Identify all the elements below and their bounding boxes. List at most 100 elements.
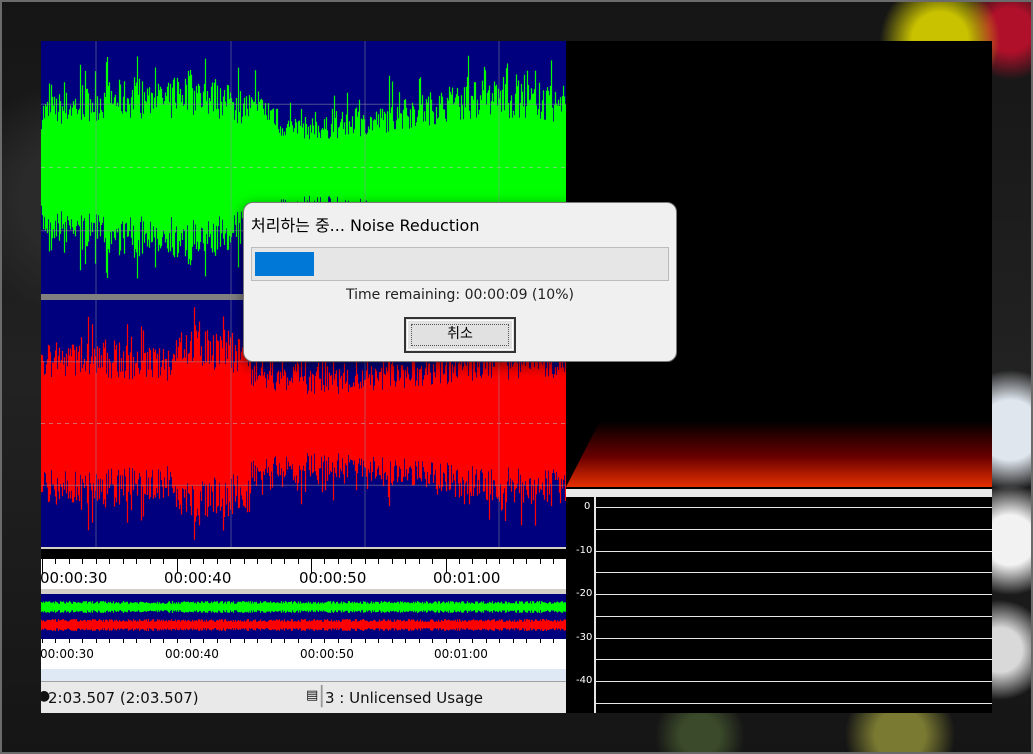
overview-tick <box>324 639 326 643</box>
overview-tick <box>109 639 111 643</box>
status-license: 3 : Unlicensed Usage <box>325 689 484 707</box>
ruler-tick <box>297 559 299 564</box>
audio-editor: 00:00:30 00:00:40 00:00:50 00:01:00 00:0… <box>41 41 566 713</box>
meter-gridline <box>596 594 992 595</box>
overview-tick <box>297 639 299 643</box>
ruler-tick <box>512 559 514 564</box>
overview-tick <box>270 639 272 643</box>
overview-tick <box>432 639 433 643</box>
timeline-ruler[interactable]: 00:00:30 00:00:40 00:00:50 00:01:00 <box>41 549 566 589</box>
ruler-tick <box>189 559 191 564</box>
overview-waveform[interactable] <box>41 594 566 639</box>
meter-gridline <box>596 702 992 704</box>
ruler-tick <box>122 559 124 564</box>
ruler-tick <box>82 559 84 564</box>
overview-tick <box>553 639 555 643</box>
overview-tick <box>351 639 353 643</box>
meter-gridline <box>596 615 992 617</box>
ruler-tick <box>432 559 433 564</box>
ruler-tick <box>216 559 218 564</box>
ruler-tick <box>526 559 528 564</box>
ruler-tick <box>378 559 380 564</box>
overview-tick <box>55 639 57 643</box>
status-bar: ● 2:03.507 (2:03.507) ▤ | 3 : Unlicensed… <box>41 681 566 713</box>
cancel-button-label: 취소 <box>447 326 473 342</box>
spectrum-baseline <box>566 489 992 497</box>
meter-label: 0 <box>584 501 591 512</box>
ruler-tick <box>553 559 555 564</box>
overview-tick <box>445 639 447 643</box>
overview-tick <box>391 639 393 643</box>
overview-tick <box>499 639 501 643</box>
overview-tick <box>42 639 43 643</box>
overview-tick <box>337 639 339 643</box>
document-icon: ▤ <box>306 688 319 703</box>
overview-tick <box>203 639 205 643</box>
spectrum-curve <box>566 421 992 487</box>
overview-samples <box>41 601 566 613</box>
overview-tick <box>485 639 487 643</box>
ruler-tick <box>351 559 353 564</box>
meter-gridline <box>596 550 992 552</box>
meter-axis <box>594 497 596 713</box>
ruler-tick <box>203 559 205 564</box>
overview-tick <box>284 639 286 643</box>
overview-tick <box>149 639 151 643</box>
overview-tick <box>189 639 191 643</box>
overview-tick <box>176 639 178 643</box>
overview-tick <box>257 639 259 643</box>
ruler-tick <box>95 559 97 564</box>
ruler-tick <box>270 559 272 564</box>
timeline-label: 00:00:50 <box>299 569 367 587</box>
overview-tick <box>68 639 70 643</box>
overview-label: 00:00:40 <box>165 647 219 661</box>
ruler-tick <box>539 559 541 564</box>
timeline-label: 00:00:40 <box>164 569 232 587</box>
meter-label: -30 <box>576 631 593 643</box>
ruler-tick <box>364 559 366 564</box>
overview-tick <box>95 639 97 643</box>
overview-tick <box>122 639 124 643</box>
overview-tick <box>311 639 312 643</box>
progress-dialog: 처리하는 중... Noise Reduction Time remaining… <box>243 202 677 362</box>
overview-tick <box>243 639 245 643</box>
ruler-tick <box>458 559 460 564</box>
overview-tick <box>526 639 528 643</box>
ruler-tick <box>405 559 407 564</box>
overview-scroll-strip[interactable] <box>41 669 566 681</box>
ruler-tick <box>337 559 339 564</box>
meter-gridline <box>596 659 992 661</box>
overview-tick <box>418 639 420 643</box>
meter-gridline <box>596 681 992 682</box>
overview-tick <box>458 639 460 643</box>
overview-samples <box>41 619 566 631</box>
ruler-tick <box>230 559 232 564</box>
ruler-tick <box>136 559 138 564</box>
progress-bar <box>251 247 669 281</box>
overview-tick <box>539 639 541 643</box>
time-remaining-text: Time remaining: 00:00:09 (10%) <box>346 287 574 303</box>
overview-tick <box>163 639 165 643</box>
ruler-tick <box>499 559 501 564</box>
ruler-tick <box>55 559 57 564</box>
overview-label: 00:01:00 <box>434 647 488 661</box>
ruler-tick <box>109 559 111 564</box>
meter-label: -10 <box>576 544 593 556</box>
overview-tick <box>230 639 232 643</box>
overview-tick <box>216 639 218 643</box>
ruler-tick <box>243 559 245 564</box>
overview-tick <box>472 639 474 643</box>
ruler-tick <box>391 559 393 564</box>
meter-label: -20 <box>576 588 593 599</box>
overview-ruler: 00:00:30 00:00:40 00:00:50 00:01:00 <box>41 639 566 669</box>
overview-tick <box>405 639 407 643</box>
level-meter: 0 -10 -20 -30 -40 <box>566 497 992 713</box>
meter-gridline <box>596 572 992 574</box>
ruler-tick <box>472 559 474 564</box>
timeline-label: 00:00:30 <box>41 569 108 587</box>
ruler-tick <box>485 559 487 564</box>
cancel-button[interactable]: 취소 <box>404 317 516 353</box>
overview-tick <box>378 639 380 643</box>
overview-label: 00:00:30 <box>41 647 94 661</box>
ruler-tick <box>324 559 326 564</box>
